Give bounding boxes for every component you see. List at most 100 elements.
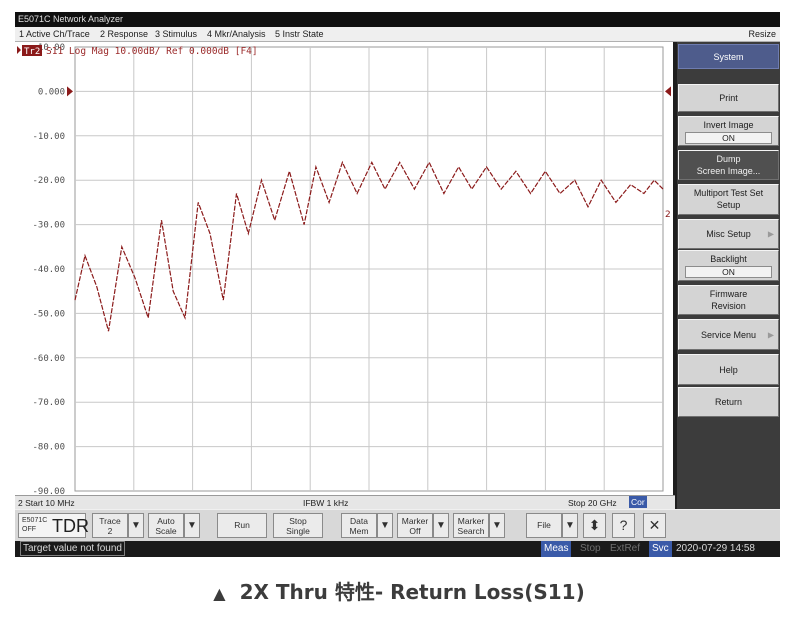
chevron-down-icon: ▼ <box>565 520 575 531</box>
softkey-multiport-test-set[interactable]: Multiport Test Set Setup <box>678 184 779 215</box>
chevron-right-icon: ▶ <box>767 330 774 339</box>
reference-marker-right <box>665 86 671 97</box>
softkey-label: Service Menu <box>700 329 757 340</box>
y-tick-label: -40.00 <box>32 265 65 275</box>
stop-indicator: Stop <box>580 543 601 554</box>
autoscale-dropdown[interactable]: ▼ <box>184 513 200 538</box>
grid-lines <box>74 46 664 492</box>
stop-frequency[interactable]: Stop 20 GHz <box>568 496 617 510</box>
softkey-system[interactable]: System <box>678 44 779 69</box>
chevron-down-icon: ▼ <box>131 520 141 531</box>
softkey-help[interactable]: Help <box>678 354 779 385</box>
y-tick-label: -50.00 <box>32 309 65 319</box>
caption-text: 2X Thru 特性- Return Loss(S11) <box>239 580 585 604</box>
close-icon: ✕ <box>648 517 661 533</box>
softkey-label: System <box>713 51 744 62</box>
data-mem-dropdown[interactable]: ▼ <box>377 513 393 538</box>
softkey-label: Firmware <box>709 289 748 299</box>
softkey-label: Print <box>719 93 738 103</box>
softkey-label-2: Screen Image... <box>696 166 761 176</box>
softkey-return[interactable]: Return <box>678 387 779 417</box>
close-button[interactable]: ✕ <box>643 513 666 538</box>
y-tick-label: -70.00 <box>32 398 65 408</box>
file-button[interactable]: File <box>526 513 562 538</box>
y-tick-label: -10.00 <box>32 132 65 142</box>
softkey-label: Misc Setup <box>706 229 751 239</box>
menu-stimulus[interactable]: 3 Stimulus <box>155 27 197 41</box>
trace-chart[interactable]: 10.00 0.000 -10.00 -20.00 -30.00 -40.00 -50.00… <box>15 42 675 495</box>
y-tick-label: -80.00 <box>32 443 65 453</box>
meas-indicator: Meas <box>541 541 572 557</box>
softkey-label: Backlight <box>710 254 747 264</box>
tdr-mode: OFF <box>22 526 36 533</box>
menu-resize[interactable]: Resize <box>748 27 776 41</box>
softkey-label: Multiport Test Set <box>693 188 764 198</box>
marker-off-dropdown[interactable]: ▼ <box>433 513 449 538</box>
chevron-right-icon: ▶ <box>767 229 774 239</box>
softkey-panel: System Print Invert Image ON Dump Screen Imag… <box>677 42 780 509</box>
help-button[interactable]: ? <box>612 513 635 538</box>
reference-marker-left <box>67 86 73 97</box>
softkey-label-2: Revision <box>711 301 746 311</box>
instrument-status-bar: Target value not found Meas Stop ExtRef … <box>15 541 780 557</box>
trace-button[interactable]: Trace 2 <box>92 513 128 538</box>
window-title: E5071C Network Analyzer <box>15 12 780 27</box>
softkey-label: Invert Image <box>703 120 754 130</box>
menu-response[interactable]: 2 Response <box>100 27 148 41</box>
ifbw[interactable]: IFBW 1 kHz <box>303 496 348 510</box>
y-tick-label: -60.00 <box>32 354 65 364</box>
softkey-dump[interactable]: Dump Screen Image... <box>678 150 779 180</box>
chevron-down-icon: ▼ <box>436 520 446 531</box>
softkey-label-2: Setup <box>716 200 741 210</box>
tdr-indicator[interactable]: E5071C OFF TDR <box>18 513 89 538</box>
marker-search-button[interactable]: Marker Search <box>453 513 489 538</box>
marker-search-dropdown[interactable]: ▼ <box>489 513 505 538</box>
softkey-label: Return <box>714 397 742 407</box>
trace-badge[interactable]: Tr2 <box>24 47 40 57</box>
svc-indicator: Svc <box>649 541 672 557</box>
y-tick-label: -90.00 <box>32 487 65 495</box>
status-message: Target value not found <box>20 541 125 556</box>
chevron-down-icon: ▼ <box>380 520 390 531</box>
menu-bar: 1 Active Ch/Trace 2 Response 3 Stimulus … <box>15 27 780 42</box>
start-frequency[interactable]: 2 Start 10 MHz <box>18 496 75 510</box>
file-dropdown[interactable]: ▼ <box>562 513 578 538</box>
s11-plot: 10.000.000-10.00-20.00-30.00-40.00-50.00… <box>17 43 671 495</box>
y-axis-labels: 10.000.000-10.00-20.00-30.00-40.00-50.00… <box>32 43 65 495</box>
softkey-value: ON <box>685 132 772 144</box>
y-tick-label: -30.00 <box>32 221 65 231</box>
active-trace-indicator-icon <box>17 46 21 54</box>
correction-tag: Cor <box>629 496 647 508</box>
trace-end-marker: 2 <box>665 210 671 220</box>
chevron-down-icon: ▼ <box>492 520 502 531</box>
data-mem-button[interactable]: Data Mem <box>341 513 377 538</box>
softkey-firmware[interactable]: Firmware Revision <box>678 285 779 315</box>
softkey-value: ON <box>685 266 772 278</box>
marker-off-button[interactable]: Marker Off <box>397 513 433 538</box>
model-label: E5071C <box>22 517 48 524</box>
trace-dropdown[interactable]: ▼ <box>128 513 144 538</box>
network-analyzer-window: E5071C Network Analyzer 1 Active Ch/Trac… <box>15 12 780 557</box>
softkey-misc-setup[interactable]: Misc Setup ▶ <box>678 219 779 249</box>
menu-mkr-analysis[interactable]: 4 Mkr/Analysis <box>207 27 266 41</box>
figure-caption: ▲ 2X Thru 特性- Return Loss(S11) <box>0 576 798 605</box>
menu-active-ch-trace[interactable]: 1 Active Ch/Trace <box>19 27 90 41</box>
focus-toggle-button[interactable]: ⬍ <box>583 513 606 538</box>
softkey-print[interactable]: Print <box>678 84 779 112</box>
run-button[interactable]: Run <box>217 513 267 538</box>
datetime: 2020-07-29 14:58 <box>676 543 755 554</box>
softkey-backlight[interactable]: Backlight ON <box>678 250 779 281</box>
softkey-label: Help <box>719 364 738 375</box>
stop-single-button[interactable]: Stop Single <box>273 513 323 538</box>
menu-instr-state[interactable]: 5 Instr State <box>275 27 324 41</box>
tdr-label: TDR <box>52 516 89 536</box>
trace-title: S11 Log Mag 10.00dB/ Ref 0.000dB [F4] <box>46 46 258 57</box>
softkey-invert-image[interactable]: Invert Image ON <box>678 116 779 146</box>
softkey-service-menu[interactable]: Service Menu ▶ <box>678 319 779 350</box>
extref-indicator: ExtRef <box>610 543 641 554</box>
question-mark-icon: ? <box>619 517 628 533</box>
up-down-arrow-icon: ⬍ <box>588 517 601 533</box>
bottom-toolbar: E5071C OFF TDR Trace 2 ▼ Auto Scale ▼ Run … <box>15 509 780 541</box>
triangle-up-icon: ▲ <box>213 584 226 603</box>
autoscale-button[interactable]: Auto Scale <box>148 513 184 538</box>
